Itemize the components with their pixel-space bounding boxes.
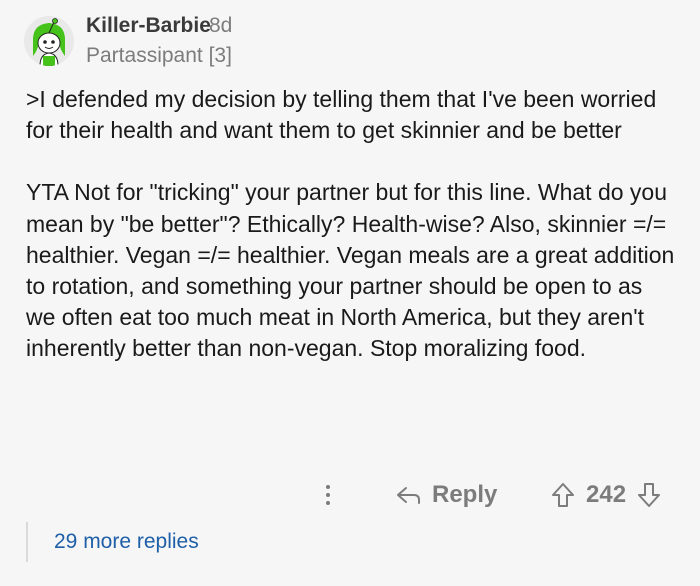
more-vertical-icon[interactable] bbox=[318, 480, 338, 510]
comment-age: 8d bbox=[209, 14, 233, 37]
snoo-avatar-icon bbox=[24, 16, 74, 66]
avatar[interactable] bbox=[24, 16, 74, 66]
username[interactable]: Killer-Barbie bbox=[86, 14, 211, 38]
reply-button[interactable]: Reply bbox=[394, 476, 497, 514]
comment-body: >I defended my decision by telling them … bbox=[26, 84, 676, 365]
reply-text: YTA Not for "tricking" your partner but … bbox=[26, 179, 675, 362]
more-replies-link[interactable]: 29 more replies bbox=[54, 530, 199, 554]
vote-controls: 242 bbox=[550, 476, 662, 514]
vote-score: 242 bbox=[586, 481, 627, 508]
user-flair: Partassipant [3] bbox=[86, 44, 232, 67]
upvote-arrow-icon[interactable] bbox=[550, 481, 576, 509]
downvote-arrow-icon[interactable] bbox=[636, 481, 662, 509]
reply-arrow-icon bbox=[397, 487, 420, 504]
comment: Killer-Barbie 8d Partassipant [3] >I def… bbox=[0, 0, 700, 586]
reply-label: Reply bbox=[432, 481, 498, 508]
comment-actions: Reply 242 bbox=[0, 472, 700, 518]
thread-line[interactable] bbox=[26, 522, 28, 562]
quoted-text: >I defended my decision by telling them … bbox=[26, 86, 657, 144]
